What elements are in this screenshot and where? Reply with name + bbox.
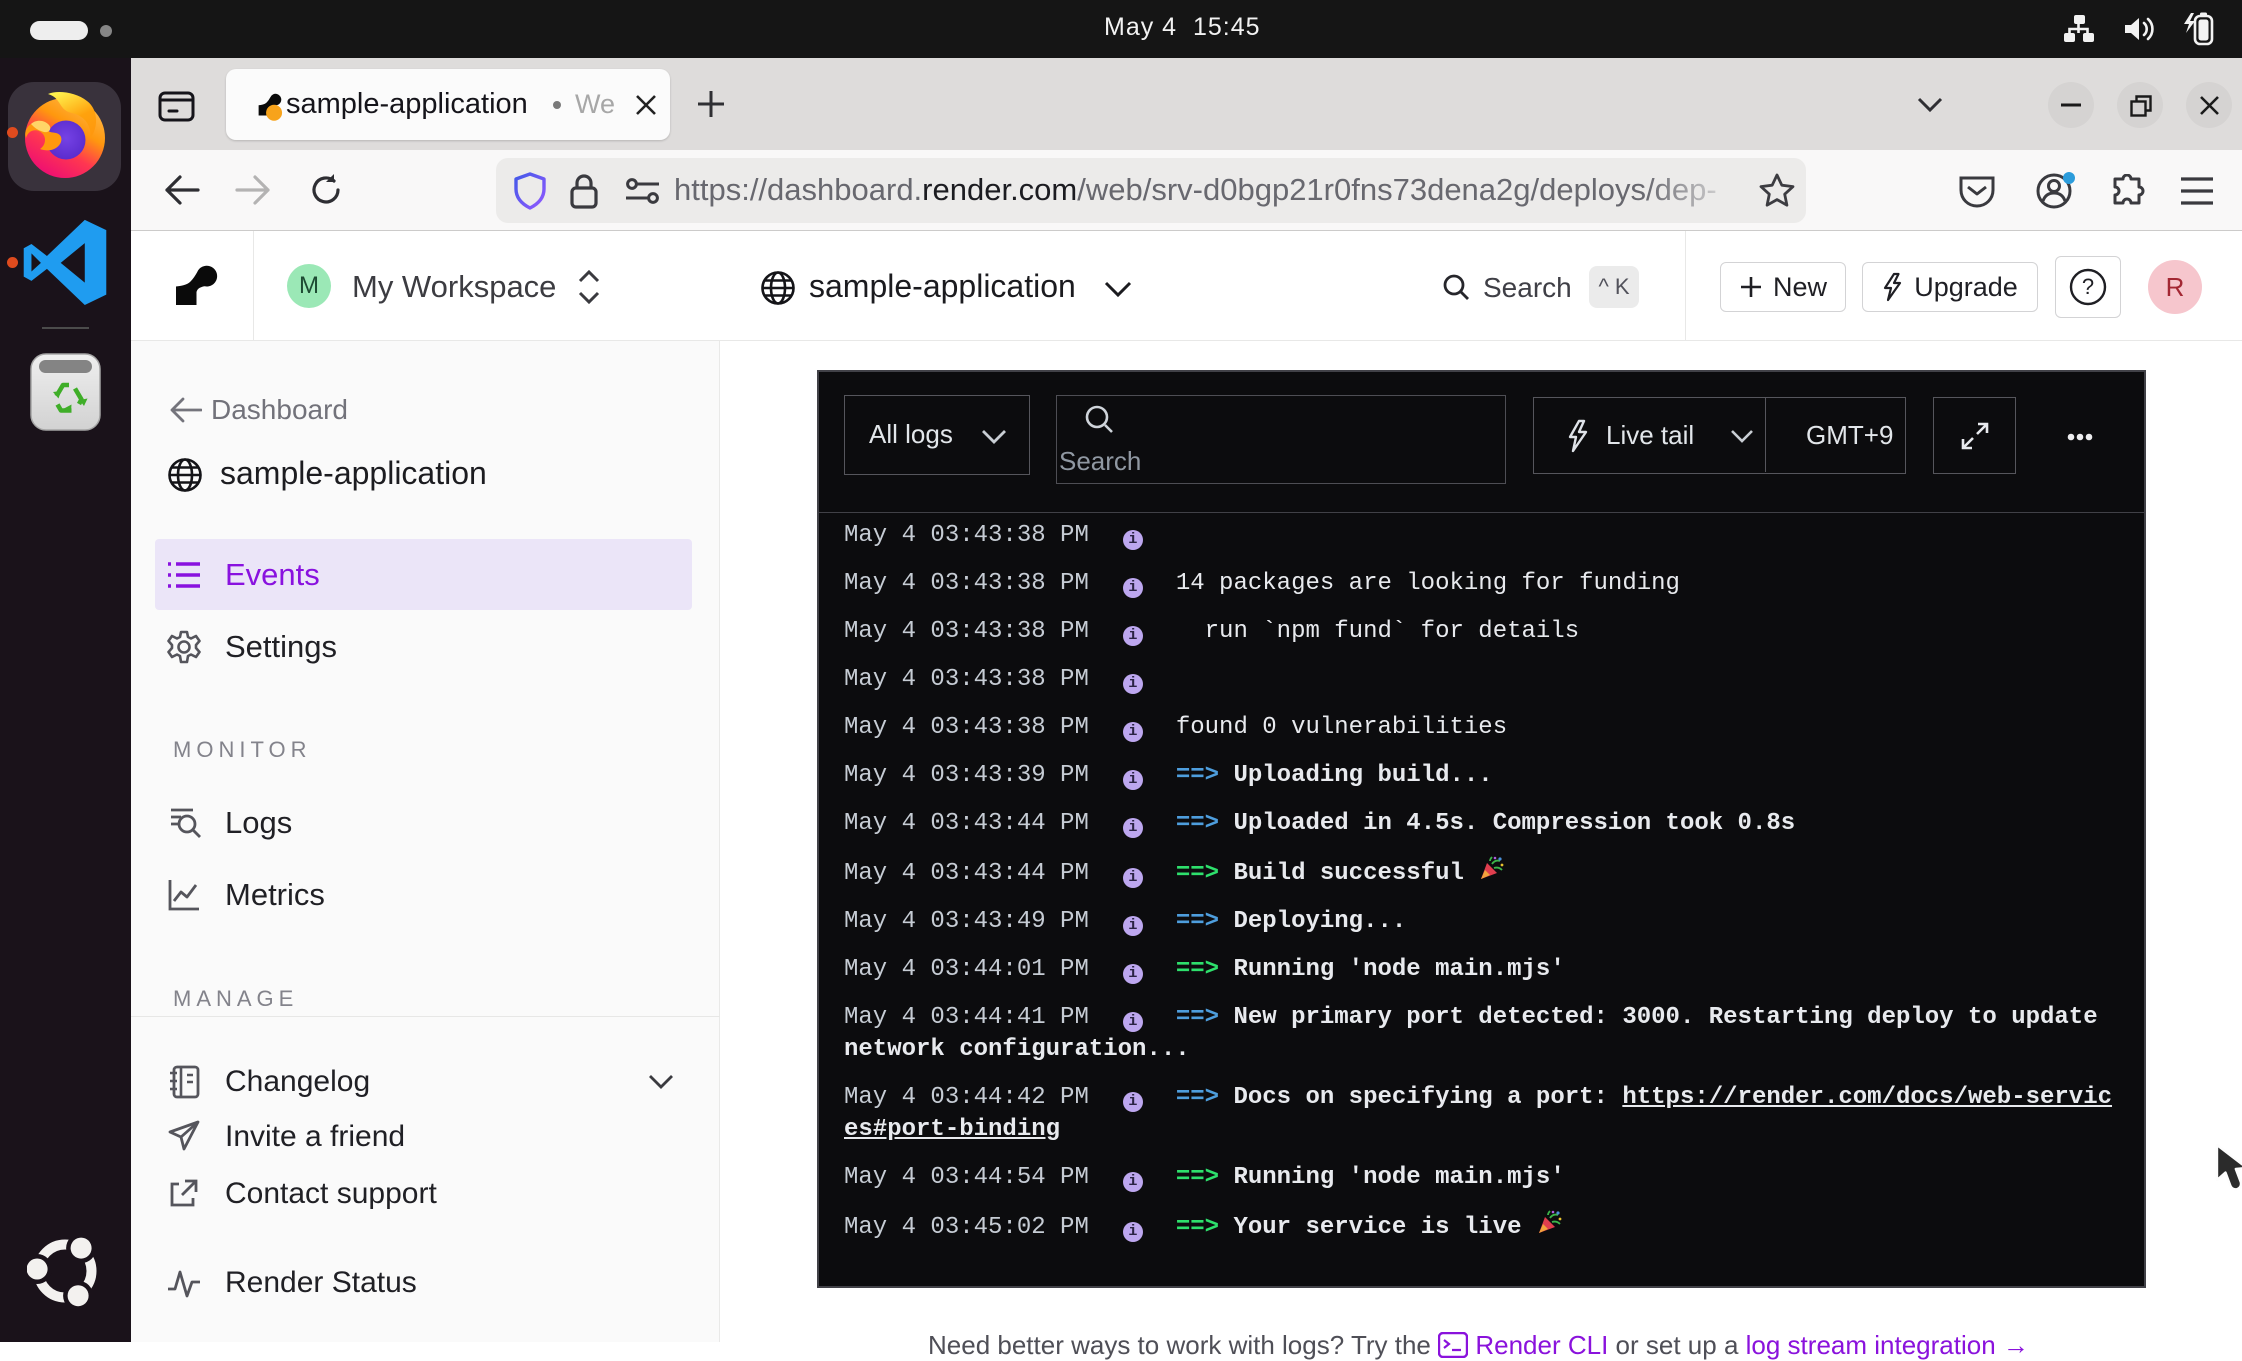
svg-text:?: ? [2082,274,2094,299]
